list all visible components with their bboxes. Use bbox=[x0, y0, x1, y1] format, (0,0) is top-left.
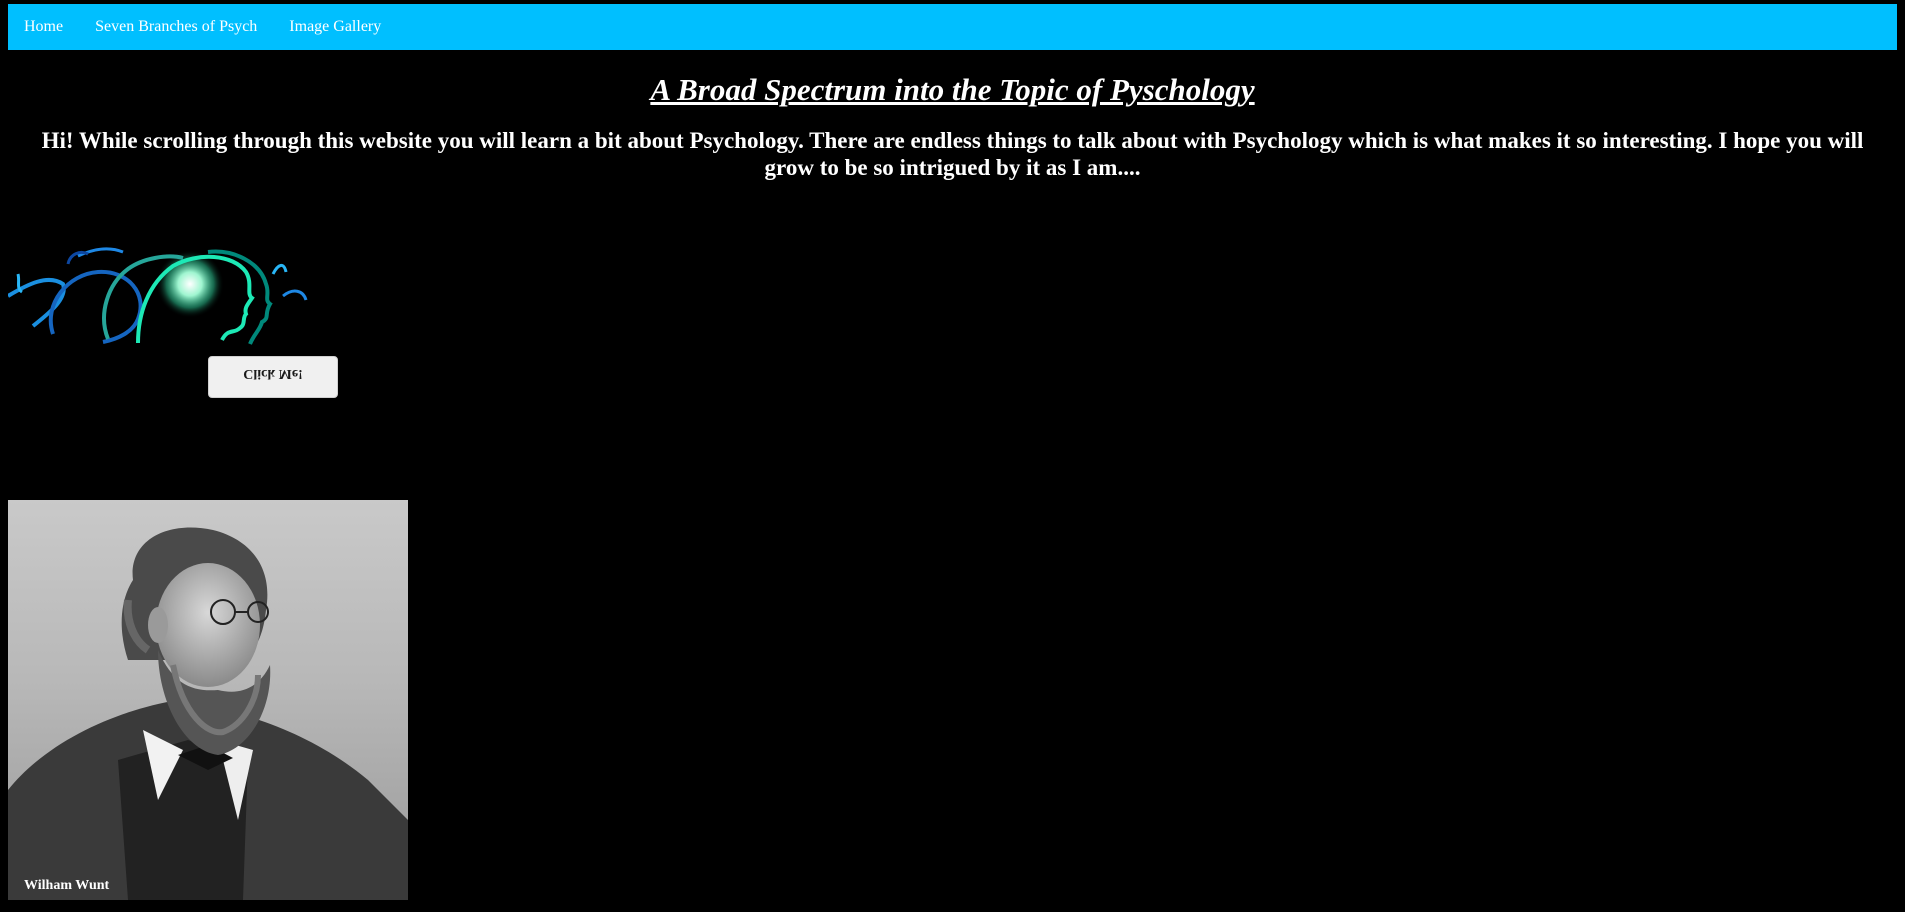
top-navbar: Home Seven Branches of Psych Image Galle… bbox=[8, 4, 1897, 50]
page-title: A Broad Spectrum into the Topic of Pysch… bbox=[650, 72, 1255, 107]
portrait-figure bbox=[8, 527, 408, 900]
portrait-caption: Wilham Wunt bbox=[24, 878, 110, 893]
nav-link-seven-branches[interactable]: Seven Branches of Psych bbox=[79, 4, 273, 50]
brain-heads-image bbox=[8, 247, 308, 345]
click-me-button-label: Click Me! bbox=[243, 366, 303, 381]
wundt-portrait-image: Wilham Wunt bbox=[8, 500, 408, 900]
nav-link-image-gallery[interactable]: Image Gallery bbox=[273, 4, 397, 50]
nav-link-home[interactable]: Home bbox=[8, 4, 79, 50]
page: Home Seven Branches of Psych Image Galle… bbox=[0, 0, 1905, 912]
click-me-button[interactable]: Click Me! bbox=[208, 356, 338, 398]
intro-text: Hi! While scrolling through this website… bbox=[41, 128, 1864, 180]
